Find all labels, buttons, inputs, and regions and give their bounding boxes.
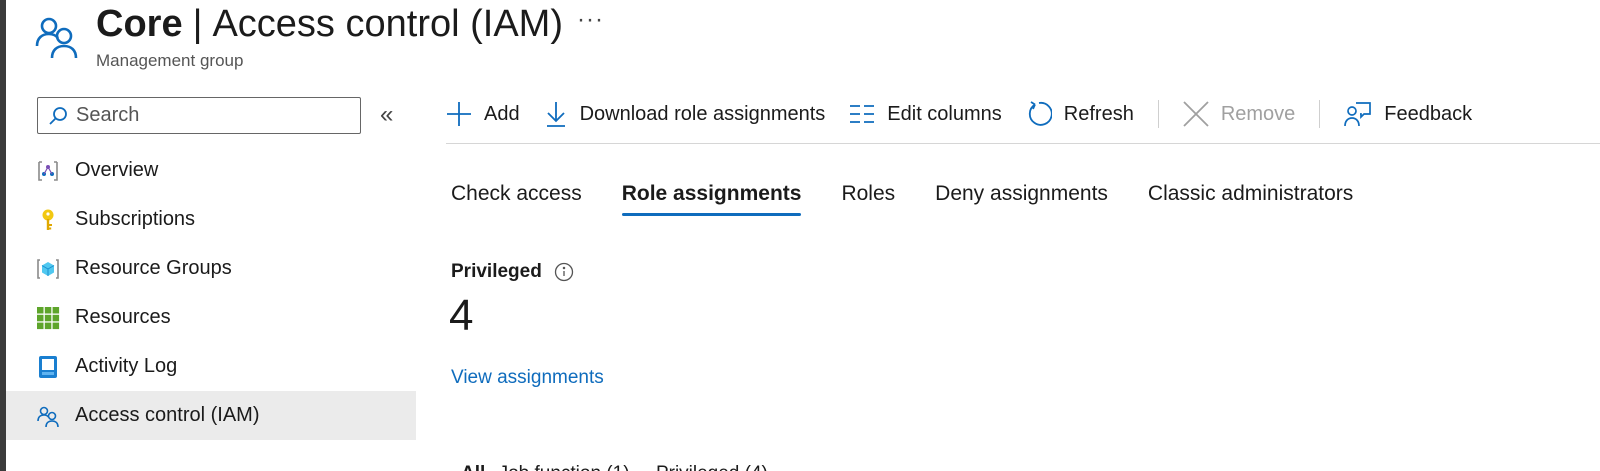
sidebar-search[interactable] bbox=[37, 97, 361, 134]
sidebar-item-label: Subscriptions bbox=[75, 208, 196, 230]
edit-columns-button[interactable]: Edit columns bbox=[849, 103, 1002, 126]
toolbar-divider bbox=[1319, 100, 1321, 128]
toolbar-divider bbox=[1157, 100, 1159, 128]
columns-icon bbox=[850, 105, 875, 123]
search-input[interactable] bbox=[76, 104, 346, 127]
tab-roles[interactable]: Roles bbox=[841, 182, 895, 216]
sidebar-item-label: Activity Log bbox=[75, 355, 178, 377]
tab-role-assignments[interactable]: Role assignments bbox=[621, 182, 801, 216]
refresh-button[interactable]: Refresh bbox=[1026, 101, 1134, 127]
filter-job-function[interactable]: Job function (1) bbox=[499, 463, 630, 471]
filter-privileged[interactable]: Privileged (4) bbox=[656, 463, 768, 471]
collapse-sidebar-button[interactable]: « bbox=[380, 100, 393, 130]
add-button-label: Add bbox=[484, 102, 520, 125]
overview-icon bbox=[36, 159, 60, 183]
refresh-button-label: Refresh bbox=[1063, 102, 1134, 125]
close-icon bbox=[1183, 101, 1209, 127]
remove-button-label: Remove bbox=[1220, 102, 1296, 125]
sidebar-item-subscriptions[interactable]: Subscriptions bbox=[6, 195, 416, 244]
page-title: Core | Access control (IAM) bbox=[96, 2, 563, 46]
filter-all[interactable]: All bbox=[461, 463, 485, 471]
sidebar-item-overview[interactable]: Overview bbox=[6, 146, 416, 195]
remove-button[interactable]: Remove bbox=[1183, 101, 1295, 127]
info-icon[interactable] bbox=[554, 262, 574, 282]
sidebar-item-label: Resource Groups bbox=[75, 257, 232, 279]
sidebar-item-label: Overview bbox=[75, 159, 159, 181]
page-title-separator: | bbox=[192, 3, 203, 45]
download-button-label: Download role assignments bbox=[579, 102, 826, 125]
tab-classic-administrators[interactable]: Classic administrators bbox=[1148, 182, 1353, 216]
feedback-icon bbox=[1344, 102, 1372, 127]
sidebar-item-activity-log[interactable]: Activity Log bbox=[6, 342, 416, 391]
sidebar-item-resource-groups[interactable]: Resource Groups bbox=[6, 244, 416, 293]
feedback-button-label: Feedback bbox=[1384, 102, 1473, 125]
page-title-scope: Core bbox=[96, 3, 183, 45]
activity-log-icon bbox=[36, 355, 60, 379]
key-icon bbox=[36, 208, 60, 232]
sidebar-item-access-control[interactable]: Access control (IAM) bbox=[6, 391, 416, 440]
toolbar-divider-line bbox=[446, 143, 1600, 144]
more-options-button[interactable]: ··· bbox=[577, 6, 604, 34]
privileged-label: Privileged bbox=[451, 261, 542, 282]
command-bar: Add Download role assignments Edit colum… bbox=[446, 96, 1496, 132]
sidebar-item-label: Access control (IAM) bbox=[75, 404, 260, 426]
edit-columns-button-label: Edit columns bbox=[887, 102, 1002, 125]
feedback-button[interactable]: Feedback bbox=[1344, 101, 1472, 127]
sidebar-item-resources[interactable]: Resources bbox=[6, 293, 416, 342]
add-button[interactable]: Add bbox=[446, 101, 520, 127]
tab-deny-assignments[interactable]: Deny assignments bbox=[935, 182, 1108, 216]
search-icon bbox=[49, 106, 67, 125]
sidebar-item-label: Resources bbox=[75, 306, 171, 328]
page-subtitle: Management group bbox=[96, 51, 244, 70]
privileged-heading: Privileged bbox=[451, 261, 574, 283]
download-icon bbox=[546, 102, 565, 127]
tab-bar: Check access Role assignments Roles Deny… bbox=[451, 182, 1393, 216]
grid-icon bbox=[36, 306, 60, 330]
tab-check-access[interactable]: Check access bbox=[451, 182, 582, 216]
refresh-icon bbox=[1028, 101, 1052, 126]
people-icon bbox=[35, 17, 78, 59]
privileged-count: 4 bbox=[449, 291, 474, 340]
filter-row: All Job function (1) Privileged (4) bbox=[461, 463, 768, 471]
page-title-blade: Access control (IAM) bbox=[212, 3, 563, 45]
plus-icon bbox=[447, 102, 471, 126]
people-icon bbox=[36, 404, 60, 428]
view-assignments-link[interactable]: View assignments bbox=[451, 367, 604, 389]
resource-group-icon bbox=[36, 257, 60, 281]
download-role-assignments-button[interactable]: Download role assignments bbox=[544, 101, 826, 127]
sidebar-nav: Overview Subscriptions Resource Groups R… bbox=[6, 146, 416, 440]
